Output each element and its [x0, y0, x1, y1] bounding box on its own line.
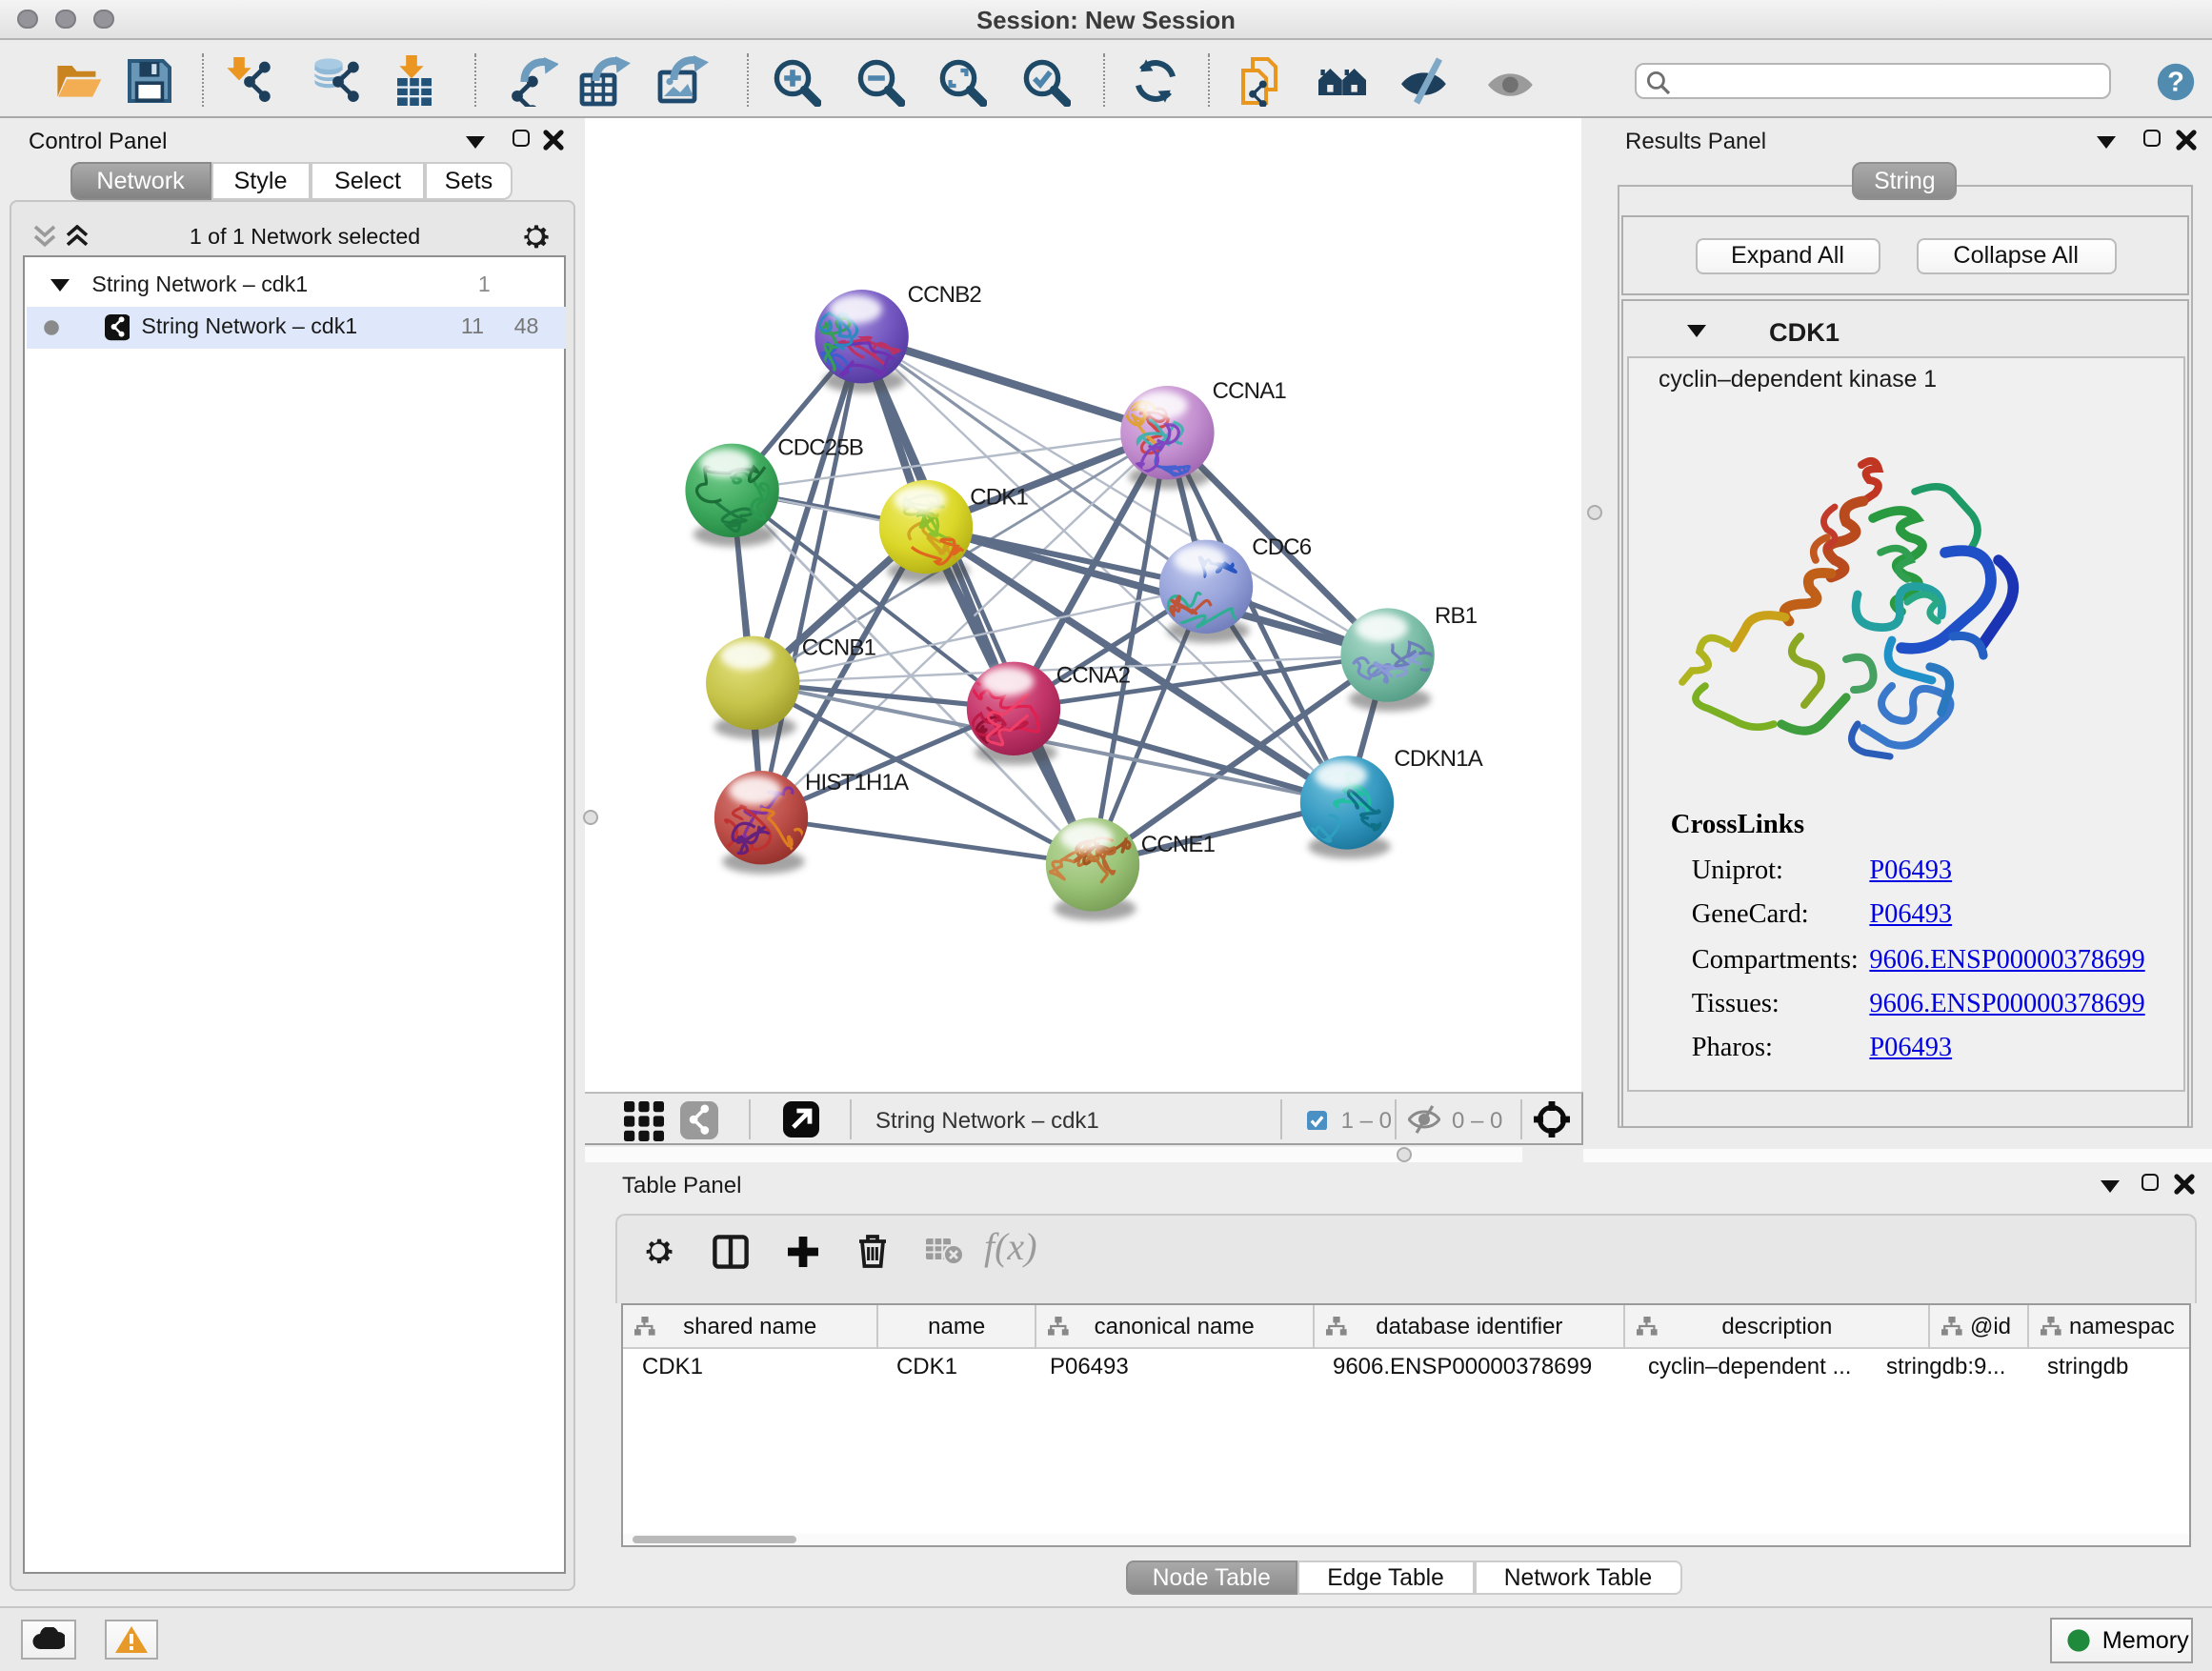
svg-text:CCNB2: CCNB2 [907, 282, 981, 308]
svg-text:CDKN1A: CDKN1A [1393, 746, 1481, 772]
svg-text:CCNA1: CCNA1 [1212, 378, 1286, 404]
svg-text:CCNB1: CCNB1 [801, 634, 875, 660]
svg-text:CDC6: CDC6 [1251, 534, 1311, 560]
svg-text:CCNA2: CCNA2 [1056, 663, 1130, 689]
svg-text:CDK1: CDK1 [969, 484, 1027, 510]
svg-text:?: ? [2166, 67, 2183, 97]
svg-text:HIST1H1A: HIST1H1A [804, 770, 908, 795]
svg-text:CDC25B: CDC25B [776, 434, 862, 460]
svg-text:RB1: RB1 [1434, 603, 1477, 629]
svg-text:CCNE1: CCNE1 [1140, 832, 1215, 857]
